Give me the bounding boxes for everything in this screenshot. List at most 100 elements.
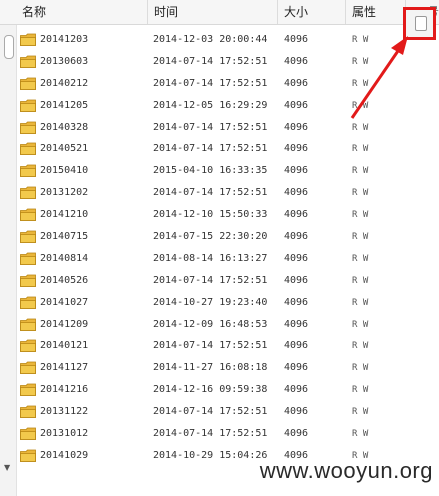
file-name: 20130603 xyxy=(40,55,89,67)
file-time: 2014-12-05 16:29:29 xyxy=(153,99,268,111)
file-attributes: R W xyxy=(352,122,369,133)
file-attributes: R W xyxy=(352,144,369,155)
folder-icon xyxy=(20,252,36,265)
file-time: 2014-07-14 17:52:51 xyxy=(153,340,268,352)
file-time: 2014-07-14 17:52:51 xyxy=(153,143,268,155)
column-header-name[interactable]: 名称 xyxy=(16,0,148,24)
highlighted-corner-checkbox[interactable] xyxy=(403,7,436,40)
file-time: 2014-07-14 17:52:51 xyxy=(153,406,268,418)
file-size: 4096 xyxy=(284,121,309,133)
file-size: 4096 xyxy=(284,362,309,374)
file-size: 4096 xyxy=(284,274,309,286)
vertical-scrollbar[interactable]: ▼ xyxy=(0,25,17,496)
file-attributes: R W xyxy=(352,166,369,177)
file-time: 2014-07-14 17:52:51 xyxy=(153,77,268,89)
file-row[interactable]: 20140526 2014-07-14 17:52:51 4096 R W xyxy=(16,270,439,292)
file-time: 2014-12-16 09:59:38 xyxy=(153,384,268,396)
file-name: 20131202 xyxy=(40,187,89,199)
file-attributes: R W xyxy=(352,407,369,418)
file-name: 20140521 xyxy=(40,143,89,155)
file-attributes: R W xyxy=(352,319,369,330)
file-row[interactable]: 20130603 2014-07-14 17:52:51 4096 R W xyxy=(16,51,439,73)
folder-icon xyxy=(20,33,36,46)
folder-icon xyxy=(20,449,36,462)
file-attributes: R W xyxy=(352,429,369,440)
watermark-text: www.wooyun.org xyxy=(259,458,433,483)
file-row[interactable]: 20131122 2014-07-14 17:52:51 4096 R W xyxy=(16,401,439,423)
file-attributes: R W xyxy=(352,56,369,67)
file-time: 2015-04-10 16:33:35 xyxy=(153,165,268,177)
scrollbar-thumb[interactable] xyxy=(4,35,14,59)
file-time: 2014-12-10 15:50:33 xyxy=(153,209,268,221)
file-attributes: R W xyxy=(352,78,369,89)
file-name: 20140328 xyxy=(40,121,89,133)
file-name: 20140121 xyxy=(40,340,89,352)
file-size: 4096 xyxy=(284,165,309,177)
file-time: 2014-10-27 19:23:40 xyxy=(153,296,268,308)
file-row[interactable]: 20140814 2014-08-14 16:13:27 4096 R W xyxy=(16,248,439,270)
file-size: 4096 xyxy=(284,34,309,45)
file-size: 4096 xyxy=(284,209,309,221)
column-header-size[interactable]: 大小 xyxy=(278,0,346,24)
file-size: 4096 xyxy=(284,318,309,330)
file-attributes: R W xyxy=(352,253,369,264)
file-name: 20140212 xyxy=(40,77,89,89)
file-row[interactable]: 20140715 2014-07-15 22:30:20 4096 R W xyxy=(16,226,439,248)
file-row[interactable]: 20131012 2014-07-14 17:52:51 4096 R W xyxy=(16,423,439,445)
file-attributes: R W xyxy=(352,385,369,396)
folder-icon xyxy=(20,274,36,287)
folder-icon xyxy=(20,296,36,309)
file-row[interactable]: 20141209 2014-12-09 16:48:53 4096 R W xyxy=(16,314,439,336)
file-row[interactable]: 20140328 2014-07-14 17:52:51 4096 R W xyxy=(16,117,439,139)
file-time: 2014-12-03 20:00:44 xyxy=(153,34,268,45)
file-row[interactable]: 20141216 2014-12-16 09:59:38 4096 R W xyxy=(16,379,439,401)
file-time: 2014-11-27 16:08:18 xyxy=(153,362,268,374)
folder-icon xyxy=(20,383,36,397)
file-size: 4096 xyxy=(284,340,309,352)
column-header-time[interactable]: 时间 xyxy=(148,0,278,24)
file-name: 20141203 xyxy=(40,34,89,45)
file-size: 4096 xyxy=(284,187,309,199)
scroll-down-arrow-icon[interactable]: ▼ xyxy=(4,463,10,472)
folder-icon xyxy=(20,340,36,353)
folder-icon xyxy=(20,77,36,90)
folder-icon xyxy=(20,55,36,68)
file-row[interactable]: 20141205 2014-12-05 16:29:29 4096 R W xyxy=(16,95,439,117)
file-time: 2014-07-14 17:52:51 xyxy=(153,274,268,286)
column-header-bar: 名称 时间 大小 属性 号 xyxy=(0,0,439,25)
file-time: 2014-07-14 17:52:51 xyxy=(153,187,268,199)
file-attributes: R W xyxy=(352,363,369,374)
file-name: 20141216 xyxy=(40,384,89,396)
file-row[interactable]: 20140521 2014-07-14 17:52:51 4096 R W xyxy=(16,138,439,160)
file-row[interactable]: 20140121 2014-07-14 17:52:51 4096 R W xyxy=(16,335,439,357)
file-list: 20141203 2014-12-03 20:00:44 4096 R W 201306… xyxy=(16,29,439,467)
file-attributes: R W xyxy=(352,275,369,286)
file-row[interactable]: 20131202 2014-07-14 17:52:51 4096 R W xyxy=(16,182,439,204)
file-row[interactable]: 20141210 2014-12-10 15:50:33 4096 R W xyxy=(16,204,439,226)
file-row[interactable]: 20141027 2014-10-27 19:23:40 4096 R W xyxy=(16,292,439,314)
file-name: 20141029 xyxy=(40,449,89,461)
column-header-attributes[interactable]: 属性 xyxy=(346,0,406,24)
file-size: 4096 xyxy=(284,406,309,418)
file-name: 20141210 xyxy=(40,209,89,221)
file-attributes: R W xyxy=(352,35,369,45)
file-size: 4096 xyxy=(284,143,309,155)
file-name: 20131012 xyxy=(40,428,89,440)
file-size: 4096 xyxy=(284,384,309,396)
file-row[interactable]: 20141127 2014-11-27 16:08:18 4096 R W xyxy=(16,357,439,379)
checkbox-icon[interactable] xyxy=(415,16,427,31)
file-name: 20141027 xyxy=(40,296,89,308)
file-size: 4096 xyxy=(284,428,309,440)
folder-icon xyxy=(20,318,36,331)
folder-icon xyxy=(20,230,36,243)
file-row[interactable]: 20150410 2015-04-10 16:33:35 4096 R W xyxy=(16,160,439,182)
file-name: 20141205 xyxy=(40,99,89,111)
file-time: 2014-07-14 17:52:51 xyxy=(153,428,268,440)
file-row[interactable]: 20140212 2014-07-14 17:52:51 4096 R W xyxy=(16,73,439,95)
file-size: 4096 xyxy=(284,55,309,67)
file-time: 2014-08-14 16:13:27 xyxy=(153,252,268,264)
file-row[interactable]: 20141203 2014-12-03 20:00:44 4096 R W xyxy=(16,29,439,51)
file-time: 2014-07-14 17:52:51 xyxy=(153,121,268,133)
file-attributes: R W xyxy=(352,297,369,308)
folder-icon xyxy=(20,405,36,419)
